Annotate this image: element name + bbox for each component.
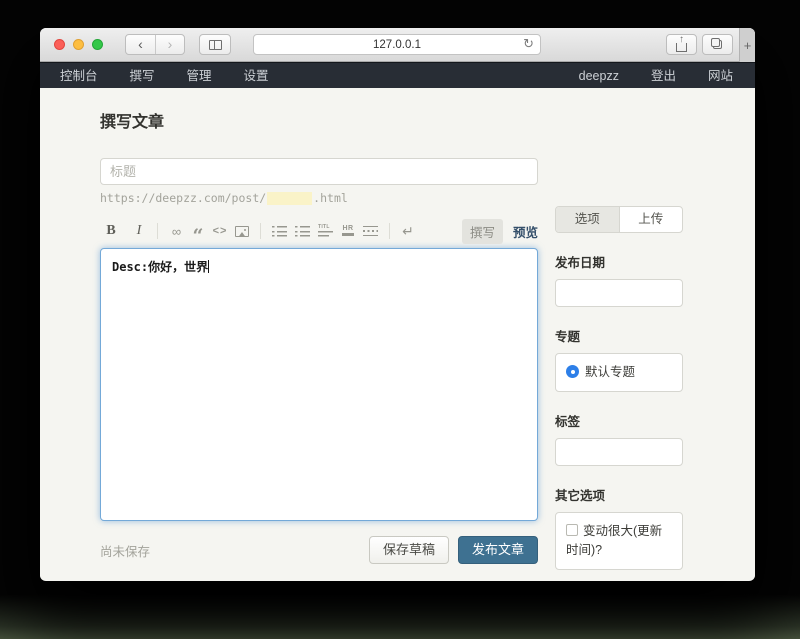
nav-item-settings[interactable]: 设置: [232, 63, 281, 89]
toolbar-divider: [157, 223, 158, 239]
tab-options[interactable]: 选项: [556, 207, 619, 232]
save-status: 尚未保存: [100, 541, 150, 560]
publish-button[interactable]: 发布文章: [458, 536, 538, 564]
reload-icon[interactable]: ↻: [523, 36, 534, 52]
nav-item-website[interactable]: 网站: [696, 63, 745, 89]
page-break-button[interactable]: [359, 220, 382, 242]
save-draft-button[interactable]: 保存草稿: [369, 536, 449, 564]
address-bar[interactable]: 127.0.0.1 ↻: [253, 34, 541, 55]
tags-label: 标签: [555, 411, 683, 430]
topic-radio-selected[interactable]: [566, 365, 579, 378]
editor-text: Desc:你好，世界: [112, 260, 208, 274]
site-nav: 控制台 撰写 管理 设置 deepzz 登出 网站: [40, 62, 755, 88]
editor-toolbar: B I ∞ “ <> TITL HR ↵ 撰写 预览: [100, 219, 538, 243]
share-icon: ↑: [676, 43, 687, 52]
url-suffix: .html: [313, 191, 348, 205]
share-button[interactable]: ↑: [666, 34, 697, 55]
publish-date-input[interactable]: [555, 279, 683, 307]
horizontal-rule-icon: HR: [342, 224, 353, 234]
nav-item-manage[interactable]: 管理: [175, 63, 224, 89]
topic-label: 专题: [555, 326, 683, 345]
minimize-window-button[interactable]: [73, 39, 84, 50]
heading-button[interactable]: TITL: [314, 220, 337, 242]
sidebar-tabs: 选项 上传: [555, 206, 683, 233]
link-button[interactable]: ∞: [165, 220, 187, 242]
major-change-label[interactable]: 变动很大(更新时间)?: [566, 524, 662, 557]
nav-item-write[interactable]: 撰写: [118, 63, 167, 89]
toolbar-divider: [389, 223, 390, 239]
editor-footer: 尚未保存 保存草稿 发布文章: [100, 536, 538, 564]
action-buttons: 保存草稿 发布文章: [369, 536, 538, 564]
nav-item-username[interactable]: deepzz: [567, 63, 631, 89]
site-nav-right: deepzz 登出 网站: [567, 63, 745, 89]
image-button[interactable]: [231, 220, 253, 242]
tags-input[interactable]: [555, 438, 683, 466]
page-content: 撰写文章 https://deepzz.com/post/ .html B I …: [40, 88, 755, 580]
blockquote-button[interactable]: “: [187, 220, 209, 242]
bold-button[interactable]: B: [100, 220, 122, 242]
sidebar-toggle-button[interactable]: [199, 34, 231, 55]
browser-window: ‹ › 127.0.0.1 ↻ ↑ + 控制台 撰写 管理 设置 deepzz …: [40, 28, 755, 581]
toolbar-divider: [260, 223, 261, 239]
editor-column: 撰写文章 https://deepzz.com/post/ .html B I …: [100, 108, 538, 564]
zoom-window-button[interactable]: [92, 39, 103, 50]
url-prefix: https://deepzz.com/post/: [100, 191, 266, 205]
tab-upload[interactable]: 上传: [619, 207, 683, 232]
new-tab-button[interactable]: +: [739, 28, 755, 62]
url-text: 127.0.0.1: [373, 39, 421, 51]
mode-write-tab[interactable]: 撰写: [462, 219, 503, 244]
editor-textarea[interactable]: Desc:你好，世界: [100, 248, 538, 521]
topic-option-label[interactable]: 默认专题: [585, 365, 635, 379]
page-title: 撰写文章: [100, 108, 538, 132]
nav-item-logout[interactable]: 登出: [639, 63, 688, 89]
heading-icon: TITL: [318, 225, 333, 237]
image-icon: [235, 226, 249, 237]
close-window-button[interactable]: [54, 39, 65, 50]
unordered-list-icon: [295, 225, 310, 237]
major-change-checkbox[interactable]: [566, 524, 578, 536]
tab-overview-button[interactable]: [702, 34, 733, 55]
undo-button[interactable]: ↵: [397, 220, 419, 242]
editor-mode-switch: 撰写 预览: [462, 219, 538, 244]
other-options-label: 其它选项: [555, 485, 683, 504]
other-options-box: 变动很大(更新时间)?: [555, 512, 683, 570]
topic-box: 默认专题: [555, 353, 683, 392]
code-button[interactable]: <>: [209, 220, 231, 242]
title-input[interactable]: [100, 158, 538, 185]
italic-button[interactable]: I: [128, 220, 150, 242]
ordered-list-icon: [272, 225, 287, 237]
post-url-hint: https://deepzz.com/post/ .html: [100, 191, 538, 205]
browser-chrome: ‹ › 127.0.0.1 ↻ ↑ +: [40, 28, 755, 62]
ordered-list-button[interactable]: [268, 220, 291, 242]
unordered-list-button[interactable]: [291, 220, 314, 242]
forward-button[interactable]: ›: [155, 35, 184, 54]
nav-item-dashboard[interactable]: 控制台: [48, 63, 110, 89]
history-buttons: ‹ ›: [125, 34, 185, 55]
slug-highlight: [267, 192, 312, 205]
publish-date-label: 发布日期: [555, 252, 683, 271]
site-nav-left: 控制台 撰写 管理 设置: [48, 63, 281, 89]
text-caret: [208, 260, 209, 273]
sidebar-icon: [209, 40, 222, 50]
mode-preview-tab[interactable]: 预览: [513, 222, 538, 241]
horizontal-rule-button[interactable]: HR: [337, 220, 359, 242]
traffic-lights: [54, 39, 103, 50]
back-button[interactable]: ‹: [126, 35, 155, 54]
tab-overview-icon: [713, 40, 722, 49]
options-sidebar: 选项 上传 发布日期 专题 默认专题 标签 其它选项 变动很大(更新时间)?: [555, 206, 683, 570]
page-break-icon: [363, 226, 378, 236]
